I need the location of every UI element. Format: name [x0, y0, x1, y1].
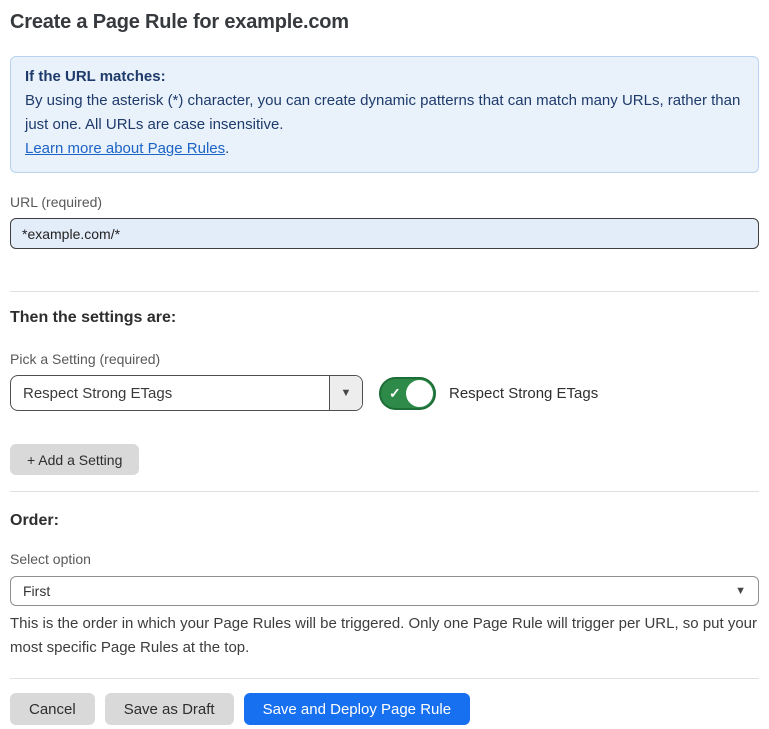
url-input[interactable] — [10, 218, 759, 249]
page-title: Create a Page Rule for example.com — [10, 11, 759, 34]
order-select-value: First — [23, 583, 50, 599]
setting-select-value: Respect Strong ETags — [11, 376, 329, 410]
info-box-link-line: Learn more about Page Rules. — [25, 137, 744, 161]
order-select-label: Select option — [10, 551, 759, 567]
toggle-label: Respect Strong ETags — [449, 385, 598, 402]
footer-divider — [10, 678, 759, 679]
link-suffix: . — [225, 140, 229, 157]
learn-more-link[interactable]: Learn more about Page Rules — [25, 140, 225, 157]
check-icon: ✓ — [389, 385, 401, 402]
info-box-heading: If the URL matches: — [25, 65, 744, 89]
setting-select-dropdown-button[interactable]: ▼ — [329, 376, 362, 410]
caret-down-icon: ▼ — [735, 585, 746, 597]
pick-setting-label: Pick a Setting (required) — [10, 351, 759, 367]
order-section-heading: Order: — [10, 512, 759, 530]
cancel-button[interactable]: Cancel — [10, 693, 95, 725]
save-deploy-button[interactable]: Save and Deploy Page Rule — [244, 693, 470, 725]
toggle-knob — [406, 380, 433, 407]
section-divider — [10, 491, 759, 492]
order-help-text: This is the order in which your Page Rul… — [10, 612, 759, 660]
settings-section-heading: Then the settings are: — [10, 309, 759, 327]
url-matches-info-box: If the URL matches: By using the asteris… — [10, 56, 759, 173]
url-field-label: URL (required) — [10, 194, 759, 210]
section-divider — [10, 291, 759, 292]
save-draft-button[interactable]: Save as Draft — [105, 693, 234, 725]
footer-actions: Cancel Save as Draft Save and Deploy Pag… — [10, 693, 759, 725]
caret-down-icon: ▼ — [341, 387, 352, 399]
order-select[interactable]: First ▼ — [10, 576, 759, 606]
setting-select[interactable]: Respect Strong ETags ▼ — [10, 375, 363, 411]
setting-row: Respect Strong ETags ▼ ✓ Respect Strong … — [10, 375, 759, 411]
add-setting-button[interactable]: + Add a Setting — [10, 444, 139, 475]
respect-strong-etags-toggle[interactable]: ✓ — [379, 377, 436, 410]
info-box-body: By using the asterisk (*) character, you… — [25, 89, 744, 137]
